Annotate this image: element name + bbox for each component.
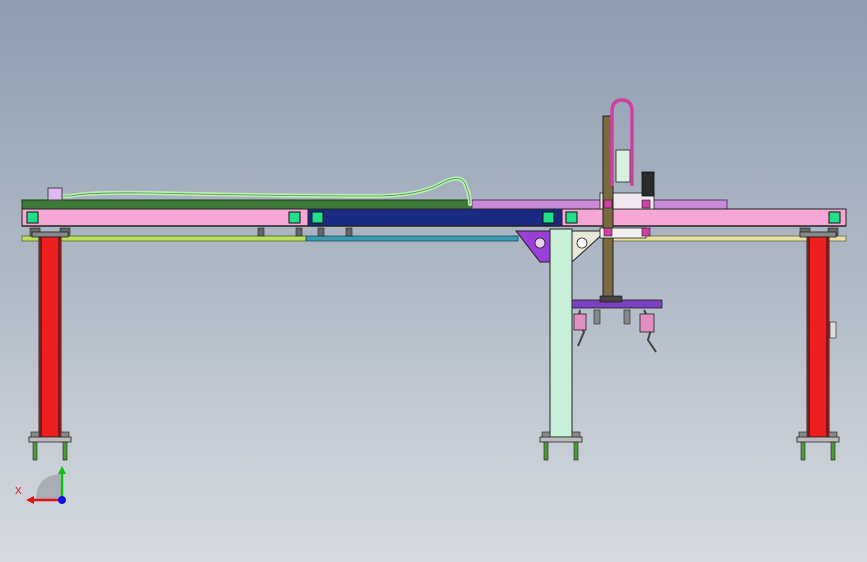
x-axis-label: X [15,486,22,497]
beam-connector [288,211,301,224]
top-plate-purple [471,199,728,210]
center-bracket-left [514,230,551,263]
gripper-jaw-right [639,313,655,333]
coordinate-triad [26,466,66,504]
motor [641,171,655,197]
beam-left-segment [21,208,309,227]
leg-right-flange [799,231,837,238]
anchor-bolts [30,431,838,461]
beam-connector [828,211,841,224]
cad-viewport[interactable]: X [0,0,867,562]
leg-left-base [28,436,72,443]
beam-connector [26,211,39,224]
hose-connector [47,187,63,201]
leg-center-base [539,436,583,443]
beam-connector [565,211,578,224]
leg-right [806,236,830,438]
top-plate-green [21,199,475,210]
beam-connector [542,211,555,224]
rail-middle [305,235,519,242]
beam-middle-segment [307,208,563,227]
gripper-jaw-left [573,313,587,331]
leg-center [549,228,573,438]
leg-right-base [796,436,840,443]
leg-left [38,236,62,438]
gearbox [615,149,631,183]
beam-connector [311,211,324,224]
rail-bolts [29,227,839,237]
leg-left-flange [31,231,69,238]
gantry-model [21,98,847,504]
valve [829,321,837,339]
